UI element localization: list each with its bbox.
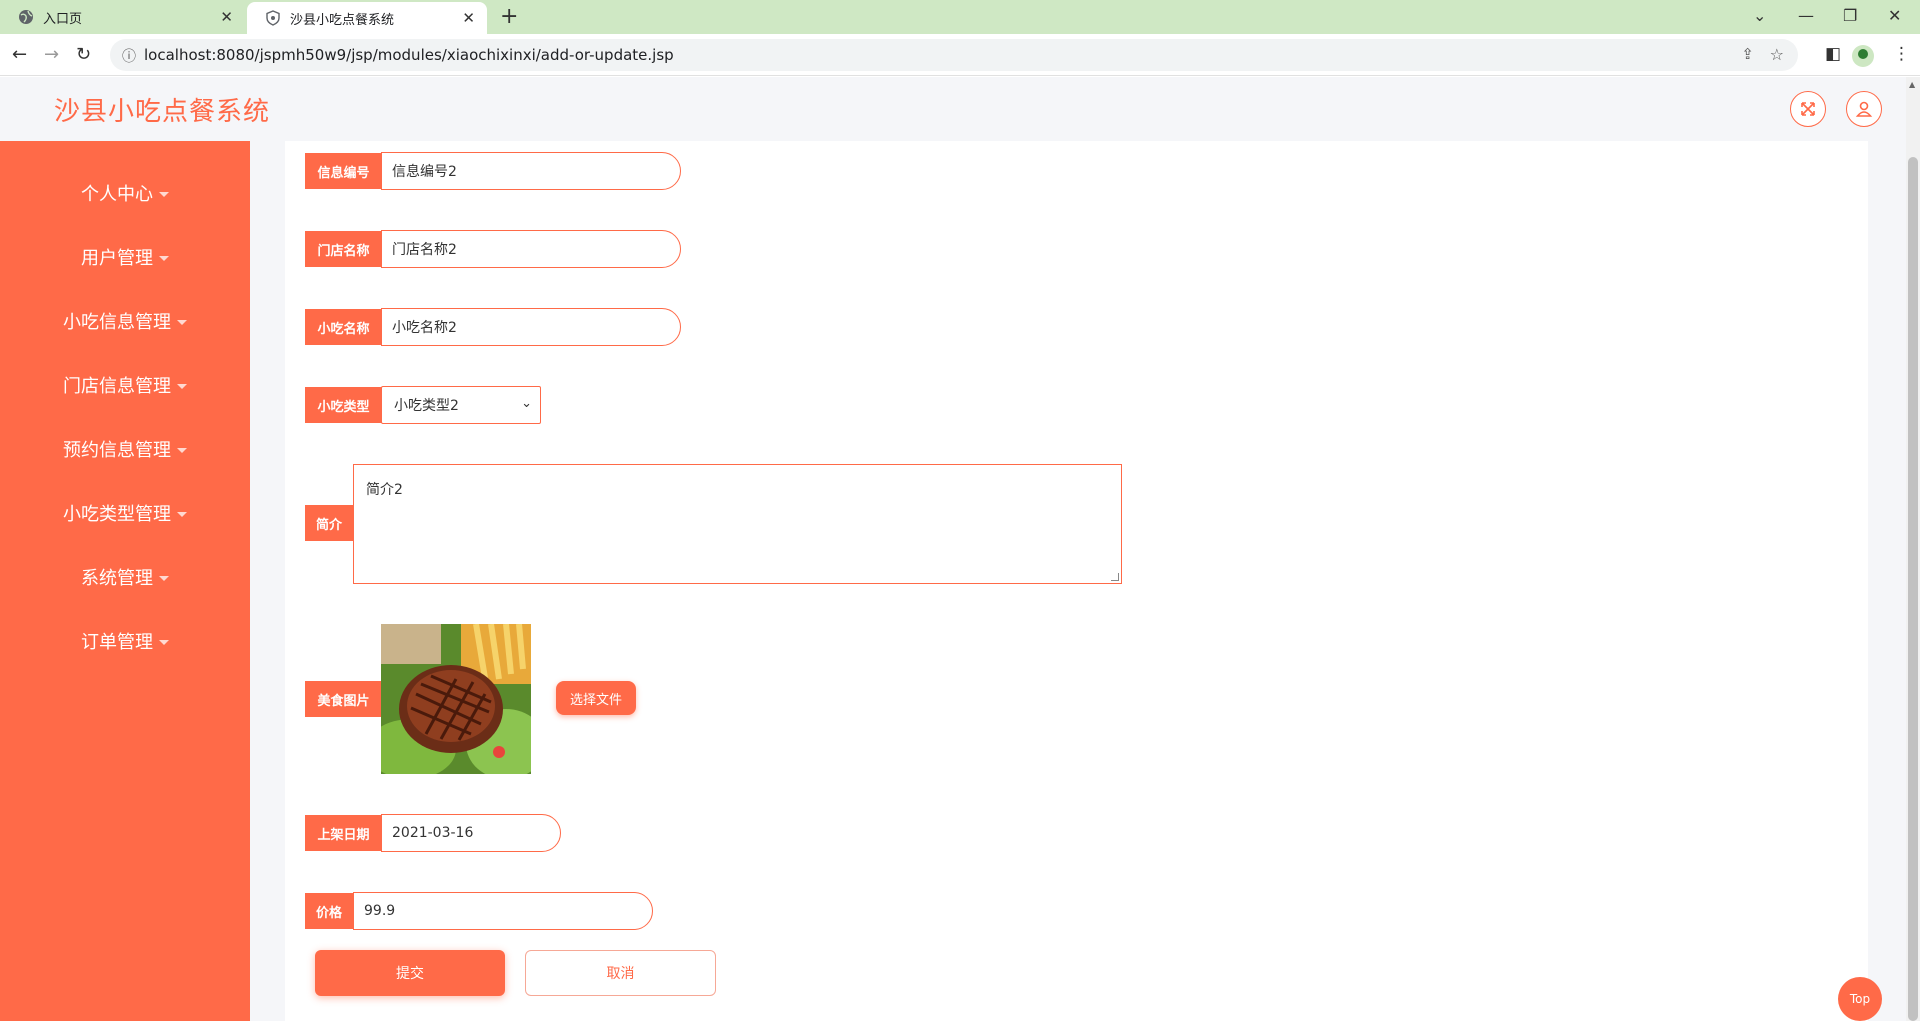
intro-label: 简介 <box>305 505 353 541</box>
date-label: 上架日期 <box>305 815 382 851</box>
price-label: 价格 <box>305 893 353 929</box>
profile-avatar-icon[interactable] <box>1852 45 1874 67</box>
close-icon[interactable]: ✕ <box>220 8 233 26</box>
chevron-down-icon: ⌄ <box>521 396 532 411</box>
caret-down-icon <box>159 191 169 197</box>
restore-icon[interactable]: ❐ <box>1843 6 1857 25</box>
sidebar-item-user-management[interactable]: 用户管理 <box>0 237 250 277</box>
caret-down-icon <box>159 575 169 581</box>
sidebar-item-label: 系统管理 <box>81 568 153 589</box>
shield-icon <box>265 10 281 26</box>
menu-kebab-icon[interactable]: ⋮ <box>1893 44 1910 64</box>
globe-icon <box>18 9 34 25</box>
sidebar-item-reservation[interactable]: 预约信息管理 <box>0 429 250 469</box>
app-header: 沙县小吃点餐系统 <box>0 77 1906 141</box>
tab-title: 沙县小吃点餐系统 <box>290 12 395 28</box>
caret-down-icon <box>177 319 187 325</box>
food-image-label: 美食图片 <box>305 681 382 717</box>
back-to-top-button[interactable]: Top <box>1838 977 1882 1021</box>
sidebar-item-label: 个人中心 <box>81 184 153 205</box>
snack-type-selected: 小吃类型2 <box>394 398 459 414</box>
new-tab-button[interactable]: + <box>500 4 518 29</box>
address-bar: ← → ↻ ⓘ localhost:8080/jspmh50w9/jsp/mod… <box>0 34 1920 76</box>
user-icon <box>1855 101 1873 117</box>
caret-down-icon <box>159 639 169 645</box>
sidebar-item-label: 用户管理 <box>81 248 153 269</box>
sidebar-item-personal-center[interactable]: 个人中心 <box>0 173 250 213</box>
caret-down-icon <box>177 383 187 389</box>
cancel-button[interactable]: 取消 <box>525 950 716 996</box>
info-icon[interactable]: ⓘ <box>122 46 136 66</box>
snack-type-label: 小吃类型 <box>305 387 382 423</box>
store-name-input[interactable]: 门店名称2 <box>381 230 681 268</box>
submit-button[interactable]: 提交 <box>315 950 505 996</box>
info-no-input[interactable]: 信息编号2 <box>381 152 681 190</box>
date-input[interactable]: 2021-03-16 <box>381 814 561 852</box>
url-field[interactable]: ⓘ localhost:8080/jspmh50w9/jsp/modules/x… <box>110 39 1798 71</box>
sidebar: 个人中心 用户管理 小吃信息管理 门店信息管理 预约信息管理 小吃类型管理 系统… <box>0 141 250 1021</box>
sidebar-item-label: 小吃类型管理 <box>63 504 171 525</box>
sidebar-item-label: 预约信息管理 <box>63 440 171 461</box>
sidebar-item-snack-type[interactable]: 小吃类型管理 <box>0 493 250 533</box>
sidebar-item-snack-info[interactable]: 小吃信息管理 <box>0 301 250 341</box>
food-image <box>381 624 531 774</box>
sidebar-item-store-info[interactable]: 门店信息管理 <box>0 365 250 405</box>
url-text: localhost:8080/jspmh50w9/jsp/modules/xia… <box>144 46 674 64</box>
tab-title: 入口页 <box>43 11 83 27</box>
user-button[interactable] <box>1846 91 1882 127</box>
scrollbar-thumb[interactable] <box>1908 157 1918 1021</box>
fullscreen-icon <box>1801 102 1815 116</box>
star-icon[interactable]: ☆ <box>1770 45 1784 64</box>
close-icon[interactable]: ✕ <box>462 9 475 27</box>
sidebar-item-label: 门店信息管理 <box>63 376 171 397</box>
store-name-label: 门店名称 <box>305 231 382 267</box>
window-close-icon[interactable]: ✕ <box>1888 6 1901 25</box>
browser-tab-entry[interactable]: 入口页 ✕ <box>0 0 245 34</box>
intro-text: 简介2 <box>366 482 403 498</box>
forward-icon[interactable]: → <box>44 44 59 65</box>
sidebar-item-label: 订单管理 <box>81 632 153 653</box>
chevron-down-icon[interactable]: ⌄ <box>1753 6 1766 25</box>
resize-grip-icon[interactable] <box>1111 573 1119 581</box>
snack-type-select[interactable]: 小吃类型2 ⌄ <box>381 386 541 424</box>
sidepanel-icon[interactable]: ◧ <box>1825 44 1841 64</box>
browser-tab-app[interactable]: 沙县小吃点餐系统 ✕ <box>247 2 487 34</box>
intro-textarea[interactable]: 简介2 <box>353 464 1122 584</box>
minimize-icon[interactable]: — <box>1798 6 1814 25</box>
share-icon[interactable]: ⇪ <box>1741 45 1754 63</box>
fullscreen-button[interactable] <box>1790 91 1826 127</box>
scroll-up-icon[interactable]: ▲ <box>1909 80 1915 89</box>
sidebar-item-label: 小吃信息管理 <box>63 312 171 333</box>
sidebar-item-system[interactable]: 系统管理 <box>0 557 250 597</box>
reload-icon[interactable]: ↻ <box>76 44 91 65</box>
app-title: 沙县小吃点餐系统 <box>54 97 271 127</box>
snack-name-label: 小吃名称 <box>305 309 382 345</box>
choose-file-button[interactable]: 选择文件 <box>556 681 636 715</box>
browser-tab-bar: 入口页 ✕ 沙县小吃点餐系统 ✕ + ⌄ — ❐ ✕ <box>0 0 1920 34</box>
back-icon[interactable]: ← <box>12 44 27 65</box>
caret-down-icon <box>177 511 187 517</box>
caret-down-icon <box>159 255 169 261</box>
price-input[interactable]: 99.9 <box>353 892 653 930</box>
info-no-label: 信息编号 <box>305 153 382 189</box>
sidebar-item-orders[interactable]: 订单管理 <box>0 621 250 661</box>
snack-name-input[interactable]: 小吃名称2 <box>381 308 681 346</box>
caret-down-icon <box>177 447 187 453</box>
